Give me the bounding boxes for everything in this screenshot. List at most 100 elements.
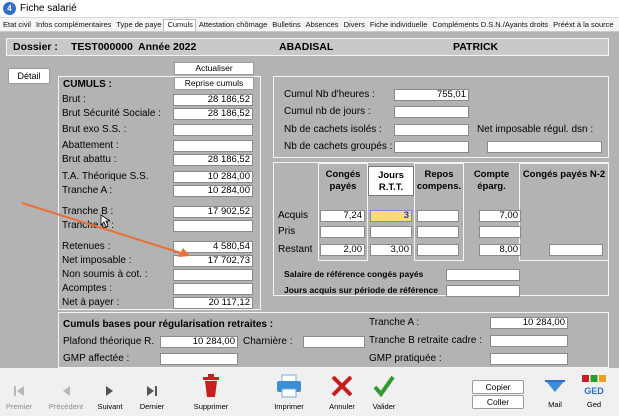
- precedent-label: Précédent: [48, 402, 84, 411]
- acquis-conges-field[interactable]: 7,24: [320, 210, 365, 222]
- tab-bulletins[interactable]: Bulletins: [269, 20, 302, 31]
- tab-type-de-paye[interactable]: Type de paye: [113, 20, 163, 31]
- plafond-label: Plafond théorique R.: [63, 336, 155, 347]
- pris-label: Pris: [278, 226, 296, 237]
- window-title: Fiche salarié: [20, 3, 77, 14]
- tranche-b-field[interactable]: 17 902,52: [173, 206, 253, 218]
- heures-panel: Cumul Nb d'heures : 755,01 Cumul nb de j…: [273, 76, 609, 158]
- salaire-ref-field[interactable]: [446, 269, 520, 281]
- abattement-field[interactable]: [173, 140, 253, 152]
- net-a-payer-field[interactable]: 20 117,12: [173, 297, 253, 309]
- cachets-groupes-field[interactable]: [394, 141, 469, 153]
- pris-conges-field[interactable]: [320, 226, 365, 238]
- detail-button[interactable]: Détail: [8, 68, 50, 84]
- charniere-field[interactable]: [303, 336, 365, 348]
- gmp-affectee-field[interactable]: [160, 353, 238, 365]
- brut-exo-field[interactable]: [173, 124, 253, 136]
- restant-label: Restant: [278, 244, 313, 255]
- ta-theorique-label: T.A. Théorique S.S.: [62, 171, 149, 182]
- net-regul-label: Net imposable régul. dsn :: [477, 124, 594, 135]
- tranche-b-cadre-label: Tranche B retraite cadre :: [369, 335, 483, 346]
- tab-infos-complementaires[interactable]: Infos complémentaires: [33, 20, 113, 31]
- first-record-icon: [14, 386, 24, 396]
- ta-theorique-field[interactable]: 10 284,00: [173, 171, 253, 183]
- net-imposable-field[interactable]: 17 702,73: [173, 255, 253, 267]
- acquis-repos-field[interactable]: [417, 210, 459, 222]
- employee-name: ABADISAL: [279, 41, 334, 53]
- jours-ref-field[interactable]: [446, 285, 520, 297]
- tab-complements-dsn[interactable]: Compléments D.S.N./Ayants droits: [429, 20, 550, 31]
- precedent-button[interactable]: Précédent: [46, 384, 86, 411]
- imprimer-button[interactable]: Imprimer: [272, 374, 306, 411]
- annuler-button[interactable]: Annuler: [326, 374, 358, 411]
- title-bar: 4 Fiche salarié: [0, 0, 619, 18]
- acquis-compte-field[interactable]: 7,00: [479, 210, 521, 222]
- brut-field[interactable]: 28 186,52: [173, 94, 253, 106]
- supprimer-button[interactable]: Supprimer: [192, 374, 230, 411]
- plafond-field[interactable]: 10 284,00: [160, 336, 238, 348]
- restant-compte-field[interactable]: 8,00: [479, 244, 521, 256]
- dossier-annee: Année 2022: [138, 41, 197, 53]
- acomptes-field[interactable]: [173, 283, 253, 295]
- actualiser-button[interactable]: Actualiser: [174, 62, 254, 75]
- cumul-jours-field[interactable]: [394, 106, 469, 118]
- premier-button[interactable]: Premier: [4, 384, 34, 411]
- valider-button[interactable]: Valider: [368, 374, 400, 411]
- tab-divers[interactable]: Divers: [341, 20, 367, 31]
- dossier-header: Dossier : TEST000000 Année 2022 ABADISAL…: [6, 38, 609, 56]
- restant-conges-field[interactable]: 2,00: [320, 244, 365, 256]
- retenues-field[interactable]: 4 580,54: [173, 241, 253, 253]
- dernier-button[interactable]: Dernier: [137, 384, 167, 411]
- brut-abattu-field[interactable]: 28 186,52: [173, 154, 253, 166]
- jours-rtt-header: Jours R.T.T.: [368, 166, 414, 196]
- coller-button[interactable]: Coller: [472, 395, 524, 409]
- supprimer-label: Supprimer: [193, 402, 229, 411]
- dossier-code: TEST000000: [71, 41, 133, 53]
- cachets-isoles-label: Nb de cachets isolés :: [284, 124, 382, 135]
- tranche-a-retraite-field[interactable]: 10 284,00: [490, 317, 568, 329]
- restant-rtt-field[interactable]: 3,00: [370, 244, 412, 256]
- dossier-label: Dossier :: [13, 41, 58, 53]
- acquis-label: Acquis: [278, 210, 309, 221]
- salaire-ref-label: Salaire de référence congés payés: [284, 269, 424, 279]
- non-soumis-label: Non soumis à cot. :: [62, 269, 148, 280]
- acquis-rtt-field[interactable]: 3: [370, 210, 412, 222]
- pris-rtt-field[interactable]: [370, 226, 412, 238]
- tab-prelevement-source[interactable]: Prééxt à la source: [550, 20, 615, 31]
- tranche-b-cadre-field[interactable]: [490, 335, 568, 347]
- cumuls-panel: CUMULS : Actualiser Reprise cumuls Brut …: [58, 62, 261, 310]
- tab-cumuls[interactable]: Cumuls: [163, 19, 196, 31]
- brut-label: Brut :: [62, 94, 86, 105]
- cumul-heures-field[interactable]: 755,01: [394, 89, 469, 101]
- copier-button[interactable]: Copier: [472, 380, 524, 394]
- mouse-cursor-icon: [100, 214, 110, 228]
- charniere-label: Charnière :: [243, 336, 293, 347]
- gmp-affectee-label: GMP affectée :: [63, 353, 130, 364]
- cachets-groupes-label: Nb de cachets groupés :: [284, 141, 393, 152]
- restant-n2-field[interactable]: [549, 244, 603, 256]
- net-regul-field[interactable]: [487, 141, 602, 153]
- non-soumis-field[interactable]: [173, 269, 253, 281]
- tab-etat-civil[interactable]: Etat civil: [0, 20, 33, 31]
- ged-button[interactable]: GED Ged: [580, 374, 608, 409]
- brut-ss-field[interactable]: 28 186,52: [173, 108, 253, 120]
- net-a-payer-label: Net à payer :: [62, 297, 120, 308]
- pris-repos-field[interactable]: [417, 226, 459, 238]
- suivant-button[interactable]: Suivant: [95, 384, 125, 411]
- restant-repos-field[interactable]: [417, 244, 459, 256]
- reprise-cumuls-button[interactable]: Reprise cumuls: [174, 77, 254, 90]
- tranche-c-field[interactable]: [173, 220, 253, 232]
- dernier-label: Dernier: [139, 402, 165, 411]
- gmp-pratiquee-field[interactable]: [490, 353, 568, 365]
- mail-button[interactable]: Mail: [540, 376, 570, 409]
- pris-compte-field[interactable]: [479, 226, 521, 238]
- employee-firstname: PATRICK: [453, 41, 499, 53]
- imprimer-label: Imprimer: [274, 402, 304, 411]
- tab-attestation-chomage[interactable]: Attestation chômage: [196, 20, 269, 31]
- premier-label: Premier: [5, 402, 33, 411]
- tab-absences[interactable]: Absences: [303, 20, 341, 31]
- tab-fiche-individuelle[interactable]: Fiche individuelle: [367, 20, 430, 31]
- tranche-a-field[interactable]: 10 284,00: [173, 185, 253, 197]
- printer-icon: [277, 374, 301, 398]
- cachets-isoles-field[interactable]: [394, 124, 469, 136]
